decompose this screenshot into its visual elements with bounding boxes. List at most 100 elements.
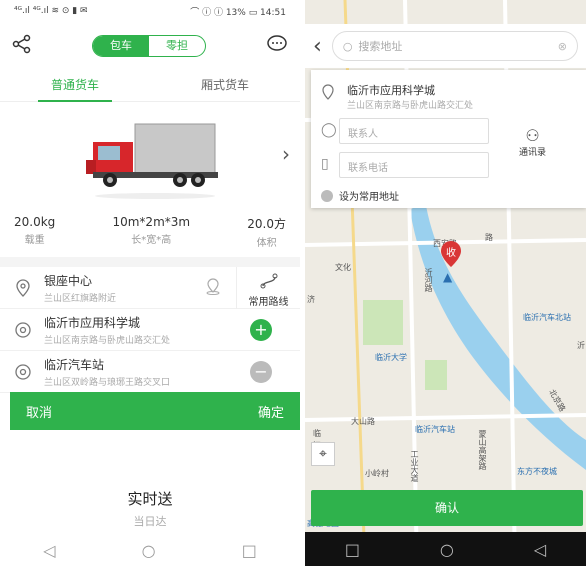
status-left: ⁴ᴳ.ıl ⁴ᴳ.ıl ≋ ⊙ ▮ ✉ xyxy=(14,6,88,16)
right-screen: 西安路 路 文化 沂河路 济 临沂大学 临沂汽车北站 大山路 临沂汽车站 北京路… xyxy=(305,0,586,566)
nav-bar: ◁ ○ □ xyxy=(0,534,300,566)
map-label: 路 xyxy=(485,233,493,242)
destination-sub: 兰山区双岭路与琅琊王路交叉口 xyxy=(44,377,171,388)
contacts-button[interactable]: ⚇ 通讯录 xyxy=(519,126,546,158)
phone-icon: ▯ xyxy=(321,156,329,172)
home-nav-icon[interactable]: ○ xyxy=(142,541,156,560)
card-address: 兰山区南京路与卧虎山路交汇处 xyxy=(347,101,474,111)
map-label: 临沂大学 xyxy=(375,353,407,362)
spec-volume: 20.0方 体积 xyxy=(247,215,286,249)
map-label: 临 xyxy=(313,429,321,438)
truck-tabs: 普通货车 厢式货车 xyxy=(0,70,300,102)
map-label: 沂 xyxy=(577,341,585,350)
search-placeholder: 搜索地址 xyxy=(358,40,403,53)
spec-volume-value: 20.0方 xyxy=(247,217,286,231)
map-confirm-button[interactable]: 确认 xyxy=(311,490,583,526)
map-label: 东方不夜城 xyxy=(517,467,557,476)
map-label: 工业大道 xyxy=(410,450,419,482)
add-stop-button[interactable]: + xyxy=(250,318,272,341)
contacts-label: 通讯录 xyxy=(519,148,547,158)
message-icon[interactable] xyxy=(266,34,288,58)
contacts-icon: ⚇ xyxy=(525,126,540,145)
location-pin-icon xyxy=(321,84,335,104)
delivery-title: 实时送 xyxy=(127,490,173,508)
truck-image xyxy=(86,123,218,199)
person-icon: ◯ xyxy=(321,122,337,138)
common-routes-label: 常用路线 xyxy=(248,296,289,308)
set-default-checkbox[interactable]: 设为常用地址 xyxy=(321,188,399,203)
tab-box-truck[interactable]: 厢式货车 xyxy=(150,70,300,101)
stop-row[interactable]: 临沂市应用科学城 兰山区南京路与卧虎山路交汇处 + xyxy=(0,309,300,351)
stop-sub: 兰山区南京路与卧虎山路交汇处 xyxy=(44,335,171,346)
truck-specs: 20.0kg 载重 10m*2m*3m 长*宽*高 20.0方 体积 xyxy=(0,215,300,249)
cancel-button[interactable]: 取消 xyxy=(26,402,52,421)
delivery-sub: 当日达 xyxy=(133,515,167,528)
origin-sub: 兰山区红旗路附近 xyxy=(44,293,117,304)
confirm-button[interactable]: 确定 xyxy=(258,402,284,421)
clear-icon[interactable]: ⊗ xyxy=(558,40,567,53)
spec-size-label: 长*宽*高 xyxy=(131,235,172,246)
spec-volume-label: 体积 xyxy=(256,238,277,249)
mode-toggle: 包车 零担 xyxy=(92,35,206,57)
home-nav-icon[interactable]: ○ xyxy=(440,540,454,559)
search-icon: ○ xyxy=(342,39,353,53)
checkbox-icon xyxy=(321,189,333,202)
delivery-mode[interactable]: 实时送 当日达 xyxy=(0,488,300,529)
location-marker[interactable]: 收 xyxy=(440,240,462,268)
map-label: 文化 xyxy=(335,263,351,272)
origin-row[interactable]: 银座中心 兰山区红旗路附近 常用路线 xyxy=(0,266,300,309)
contact-name-input[interactable]: 联系人 xyxy=(339,118,489,144)
nav-bar-dark: □ ○ ◁ xyxy=(305,532,586,566)
stop-title: 临沂市应用科学城 xyxy=(44,315,141,330)
map-label: 大山路 xyxy=(351,417,375,426)
stop-text: 临沂市应用科学城 兰山区南京路与卧虎山路交汇处 xyxy=(44,314,250,346)
destination-row[interactable]: 临沂汽车站 兰山区双岭路与琅琊王路交叉口 − xyxy=(0,351,300,393)
map-label: 济 xyxy=(307,295,315,304)
card-place: 临沂市应用科学城 xyxy=(347,84,435,97)
action-bar: 取消 确定 xyxy=(10,392,300,430)
chevron-right-icon[interactable]: › xyxy=(282,142,290,166)
route-icon xyxy=(260,273,277,288)
back-icon[interactable]: ‹ xyxy=(313,34,322,59)
tab-normal-truck[interactable]: 普通货车 xyxy=(0,70,150,102)
spec-load: 20.0kg 载重 xyxy=(14,215,55,249)
search-input[interactable]: ○ 搜索地址 ⊗ xyxy=(331,31,578,61)
set-default-label: 设为常用地址 xyxy=(339,192,399,203)
target-icon xyxy=(14,363,32,381)
map-label: 临沂汽车站 xyxy=(415,425,455,434)
origin-title: 银座中心 xyxy=(44,273,93,288)
map-label: 蒙山高架路 xyxy=(478,430,487,470)
locate-icon[interactable] xyxy=(204,277,222,299)
back-nav-icon[interactable]: ◁ xyxy=(534,540,546,559)
status-bar: ⁴ᴳ.ıl ⁴ᴳ.ıl ≋ ⊙ ▮ ✉ ⌒ ⓘ ⓘ 13% ▭ 14:51 xyxy=(0,0,300,22)
destination-title: 临沂汽车站 xyxy=(44,357,105,372)
spec-load-label: 载重 xyxy=(24,235,45,246)
divider xyxy=(0,257,300,267)
map-label: 临沂汽车北站 xyxy=(523,313,571,322)
map-label: 沂河路 xyxy=(424,268,433,292)
mode-charter-button[interactable]: 包车 xyxy=(93,36,149,56)
recents-nav-icon[interactable]: □ xyxy=(345,540,360,559)
spec-size-value: 10m*2m*3m xyxy=(112,215,191,229)
status-right: ⌒ ⓘ ⓘ 13% ▭ 14:51 xyxy=(190,7,286,18)
spec-size: 10m*2m*3m 长*宽*高 xyxy=(112,215,190,249)
share-icon[interactable] xyxy=(12,34,32,58)
remove-stop-button[interactable]: − xyxy=(250,360,272,383)
header: 包车 零担 xyxy=(0,22,300,70)
map-label: 小岭村 xyxy=(365,469,389,478)
back-nav-icon[interactable]: ◁ xyxy=(43,541,55,560)
location-pin-icon xyxy=(14,278,32,297)
mode-ltl-button[interactable]: 零担 xyxy=(149,36,205,56)
common-routes-button[interactable]: 常用路线 xyxy=(236,266,300,309)
map-locate-button[interactable]: ⌖ xyxy=(311,442,335,466)
origin-text: 银座中心 兰山区红旗路附近 xyxy=(44,272,204,304)
target-icon xyxy=(14,321,32,339)
contact-phone-input[interactable]: 联系电话 xyxy=(339,152,489,178)
search-bar: ‹ ○ 搜索地址 ⊗ xyxy=(305,24,586,68)
address-card: 临沂市应用科学城 兰山区南京路与卧虎山路交汇处 ◯ 联系人 ▯ 联系电话 ⚇ 通… xyxy=(311,70,586,208)
recents-nav-icon[interactable]: □ xyxy=(242,541,257,560)
marker-label: 收 xyxy=(446,248,456,259)
destination-text: 临沂汽车站 兰山区双岭路与琅琊王路交叉口 xyxy=(44,356,250,388)
left-screen: ⁴ᴳ.ıl ⁴ᴳ.ıl ≋ ⊙ ▮ ✉ ⌒ ⓘ ⓘ 13% ▭ 14:51 包车… xyxy=(0,0,300,566)
navigation-arrow-icon: ▲ xyxy=(443,270,453,284)
